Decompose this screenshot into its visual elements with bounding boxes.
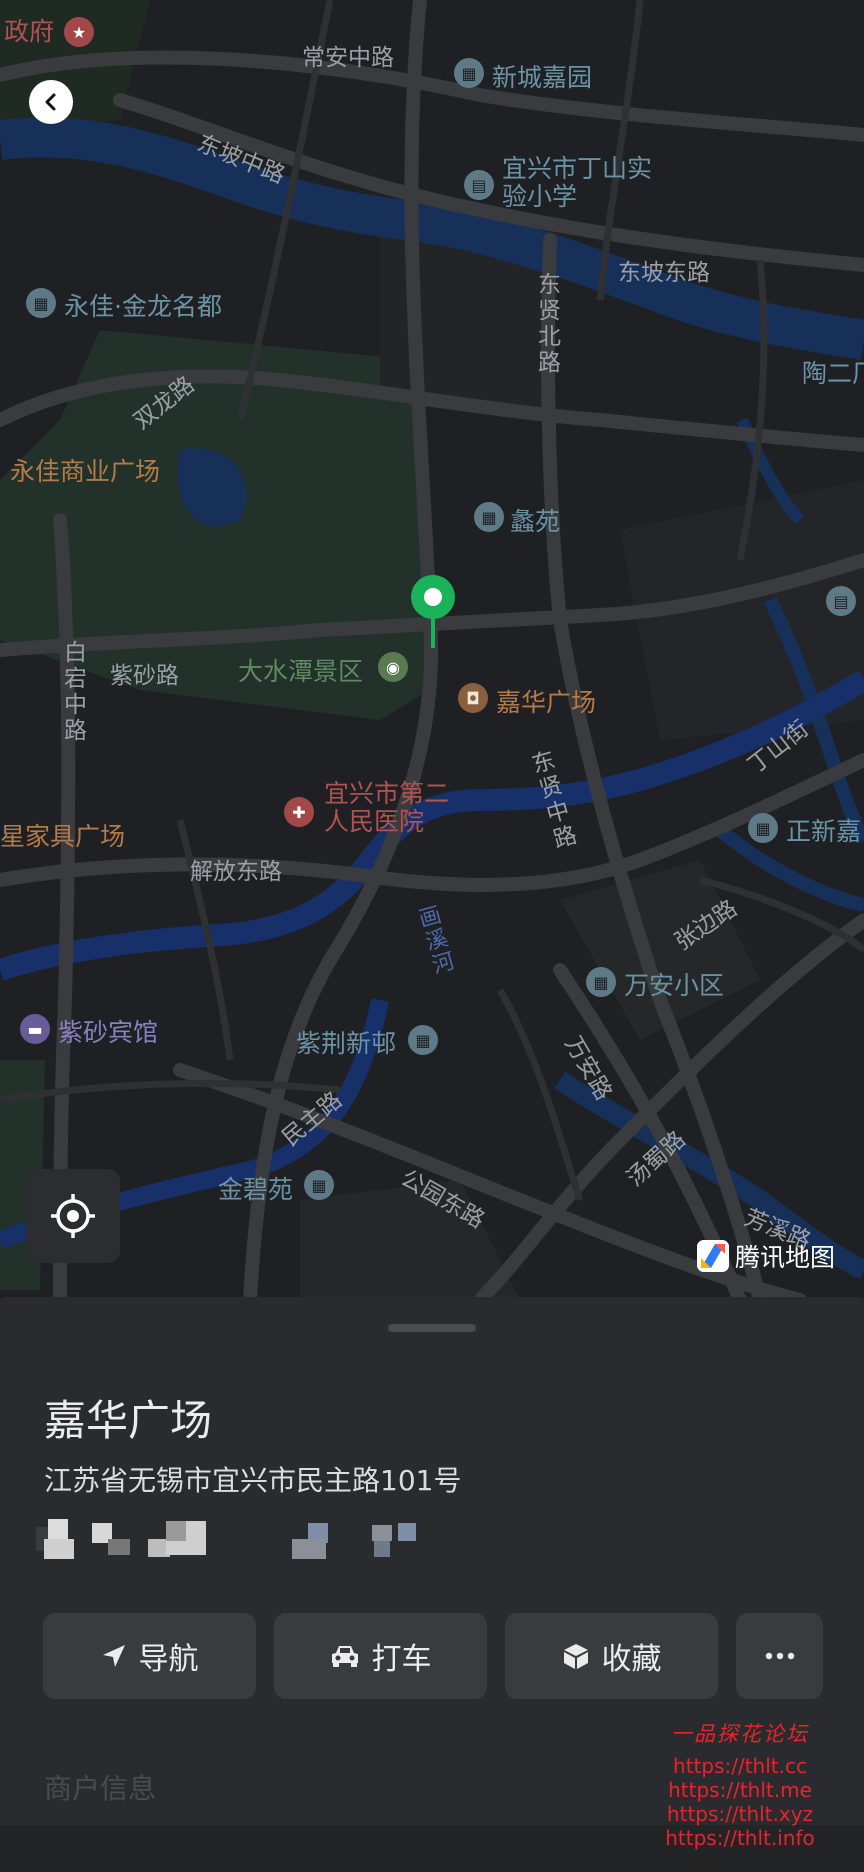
- hospital-cross-icon: ✚: [284, 797, 314, 827]
- crosshair-icon: [51, 1194, 95, 1238]
- poi-label[interactable]: 紫荆新邨: [296, 1024, 396, 1060]
- road-label: 解放东路: [190, 859, 282, 885]
- map-provider-logo: 腾讯地图: [697, 1238, 835, 1274]
- box-icon: [563, 1644, 588, 1669]
- poi-label[interactable]: 宜兴市丁山实验小学: [502, 155, 652, 211]
- book-icon: ▤: [826, 586, 856, 616]
- building-icon: ▦: [408, 1025, 438, 1055]
- poi-label[interactable]: 大水潭景区: [238, 652, 363, 688]
- poi-label[interactable]: 陶二厂: [802, 354, 864, 390]
- drag-handle[interactable]: [388, 1324, 476, 1332]
- poi-label-line: 宜兴市第二: [324, 779, 450, 808]
- place-title: 嘉华广场: [44, 1396, 213, 1445]
- place-address: 江苏省无锡市宜兴市民主路101号: [44, 1464, 462, 1497]
- taxi-button[interactable]: 打车: [274, 1613, 487, 1699]
- building-icon: ▦: [748, 813, 778, 843]
- merchant-info-heading: 商户信息: [44, 1772, 157, 1805]
- poi-label[interactable]: 永佳·金龙名都: [64, 287, 222, 323]
- taxi-label: 打车: [371, 1642, 432, 1677]
- camera-icon: ◉: [378, 652, 408, 682]
- tencent-map-logo-icon: [697, 1240, 729, 1272]
- road-label: 东坡东路: [618, 260, 710, 286]
- watermark: 一品探花论坛 https://thlt.cc https://thlt.me h…: [640, 1718, 840, 1850]
- back-button[interactable]: [29, 80, 73, 124]
- book-icon: ▤: [464, 170, 494, 200]
- car-icon: [331, 1646, 358, 1667]
- navigate-button[interactable]: 导航: [43, 1613, 256, 1699]
- watermark-url: https://thlt.me: [668, 1778, 812, 1802]
- shopping-bag-icon: ◘: [458, 683, 488, 713]
- poi-label[interactable]: 永佳商业广场: [10, 452, 160, 488]
- road-label: 东贤北路: [538, 272, 561, 376]
- road-label: 常安中路: [302, 45, 394, 71]
- bed-icon: ▬: [20, 1014, 50, 1044]
- road-label: 紫砂路: [110, 663, 179, 689]
- watermark-title: 一品探花论坛: [671, 1722, 809, 1746]
- favorite-button[interactable]: 收藏: [505, 1613, 718, 1699]
- poi-label[interactable]: 嘉华广场: [496, 683, 596, 719]
- watermark-url: https://thlt.info: [665, 1826, 815, 1850]
- chevron-left-icon: [45, 93, 56, 111]
- building-icon: ▦: [454, 58, 484, 88]
- navigation-arrow-icon: [102, 1645, 125, 1667]
- building-icon: ▦: [26, 288, 56, 318]
- redacted-info: [36, 1519, 416, 1559]
- more-button[interactable]: [736, 1613, 823, 1699]
- poi-label[interactable]: 宜兴市第二 人民医院: [324, 780, 449, 836]
- poi-label[interactable]: 蠡苑: [510, 502, 560, 538]
- location-pin-icon: [411, 575, 455, 648]
- poi-label[interactable]: 紫砂宾馆: [58, 1013, 158, 1049]
- action-bar: 导航 打车 收藏: [43, 1613, 823, 1699]
- watermark-url: https://thlt.xyz: [666, 1802, 814, 1826]
- poi-label[interactable]: 星家具广场: [0, 817, 125, 853]
- navigate-label: 导航: [138, 1642, 199, 1677]
- poi-label[interactable]: 新城嘉园: [492, 58, 592, 94]
- locate-me-button[interactable]: [26, 1169, 120, 1263]
- watermark-url: https://thlt.cc: [673, 1754, 807, 1778]
- building-icon: ▦: [586, 967, 616, 997]
- poi-label[interactable]: 金碧苑: [218, 1170, 293, 1206]
- favorite-label: 收藏: [601, 1642, 662, 1677]
- poi-label[interactable]: 正新嘉: [786, 812, 861, 848]
- building-icon: ▦: [304, 1170, 334, 1200]
- star-icon: ★: [64, 17, 94, 47]
- map-provider-name: 腾讯地图: [735, 1243, 836, 1272]
- more-dots-icon: [765, 1652, 794, 1660]
- building-icon: ▦: [474, 502, 504, 532]
- map-view[interactable]: 常安中路 东坡中路 东坡东路 东贤北路 双龙路 紫砂路 白宕中路 解放东路 东贤…: [0, 0, 864, 1300]
- poi-label[interactable]: 政府: [4, 18, 54, 46]
- poi-label-line: 人民医院: [324, 807, 425, 836]
- road-label: 白宕中路: [64, 640, 87, 744]
- poi-label[interactable]: 万安小区: [624, 966, 724, 1002]
